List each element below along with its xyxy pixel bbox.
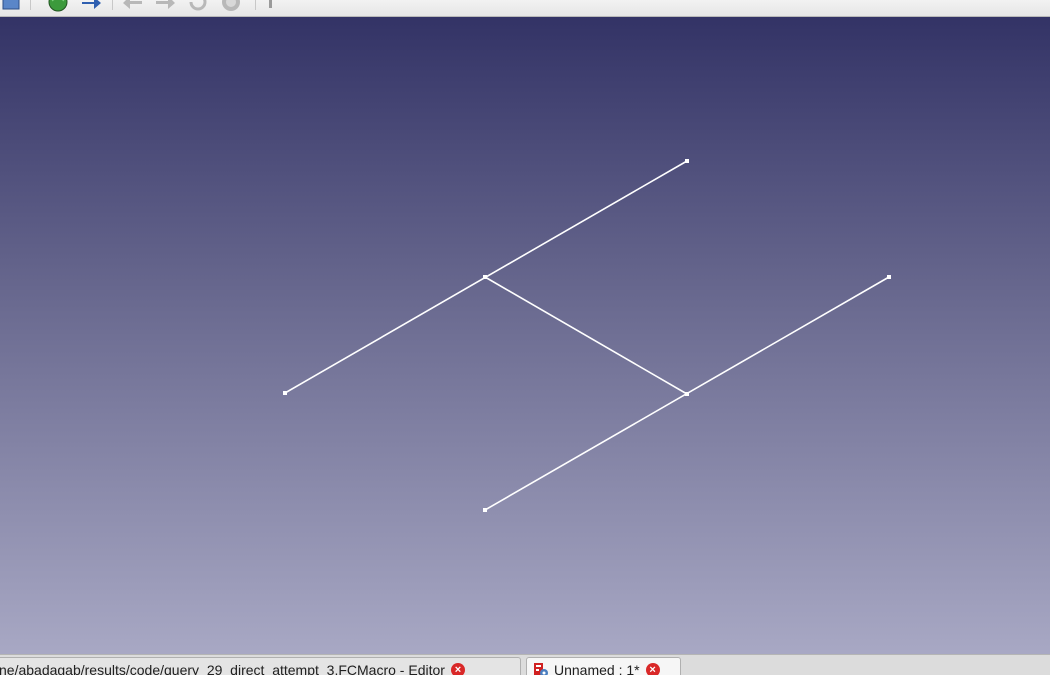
toolbar-separator [112,0,113,10]
pointer-icon[interactable] [264,0,278,16]
vertex[interactable] [685,392,689,396]
tab-macro-editor[interactable]: ne/abadagab/results/code/query_29_direct… [0,657,521,675]
vertex[interactable] [887,275,891,279]
vertex[interactable] [483,275,487,279]
sketch-canvas [283,159,891,512]
back-icon[interactable] [122,0,144,16]
toolbar [0,0,1050,17]
arrow-right-icon[interactable] [80,0,102,16]
3d-viewport[interactable] [0,17,1050,654]
document-tab-bar: ne/abadagab/results/code/query_29_direct… [0,654,1050,675]
tab-label: Unnamed : 1* [554,662,640,675]
tab-label: ne/abadagab/results/code/query_29_direct… [0,662,445,675]
freecad-document-icon [534,663,548,675]
toolbar-separator [255,0,256,10]
close-icon[interactable]: × [645,663,660,675]
globe-icon[interactable] [48,0,68,16]
refresh-icon[interactable] [187,0,209,16]
vertex[interactable] [483,508,487,512]
vertex[interactable] [283,391,287,395]
box-icon[interactable] [2,0,20,15]
dash-icon[interactable] [298,0,312,16]
vertex[interactable] [685,159,689,163]
tab-unnamed-document[interactable]: Unnamed : 1* × [526,657,681,675]
forward-icon[interactable] [154,0,176,16]
toolbar-separator [30,0,31,10]
edge-middle[interactable] [484,276,688,395]
stop-icon[interactable] [220,0,242,16]
close-icon[interactable]: × [450,663,465,675]
freecad-window: ne/abadagab/results/code/query_29_direct… [0,0,1050,675]
